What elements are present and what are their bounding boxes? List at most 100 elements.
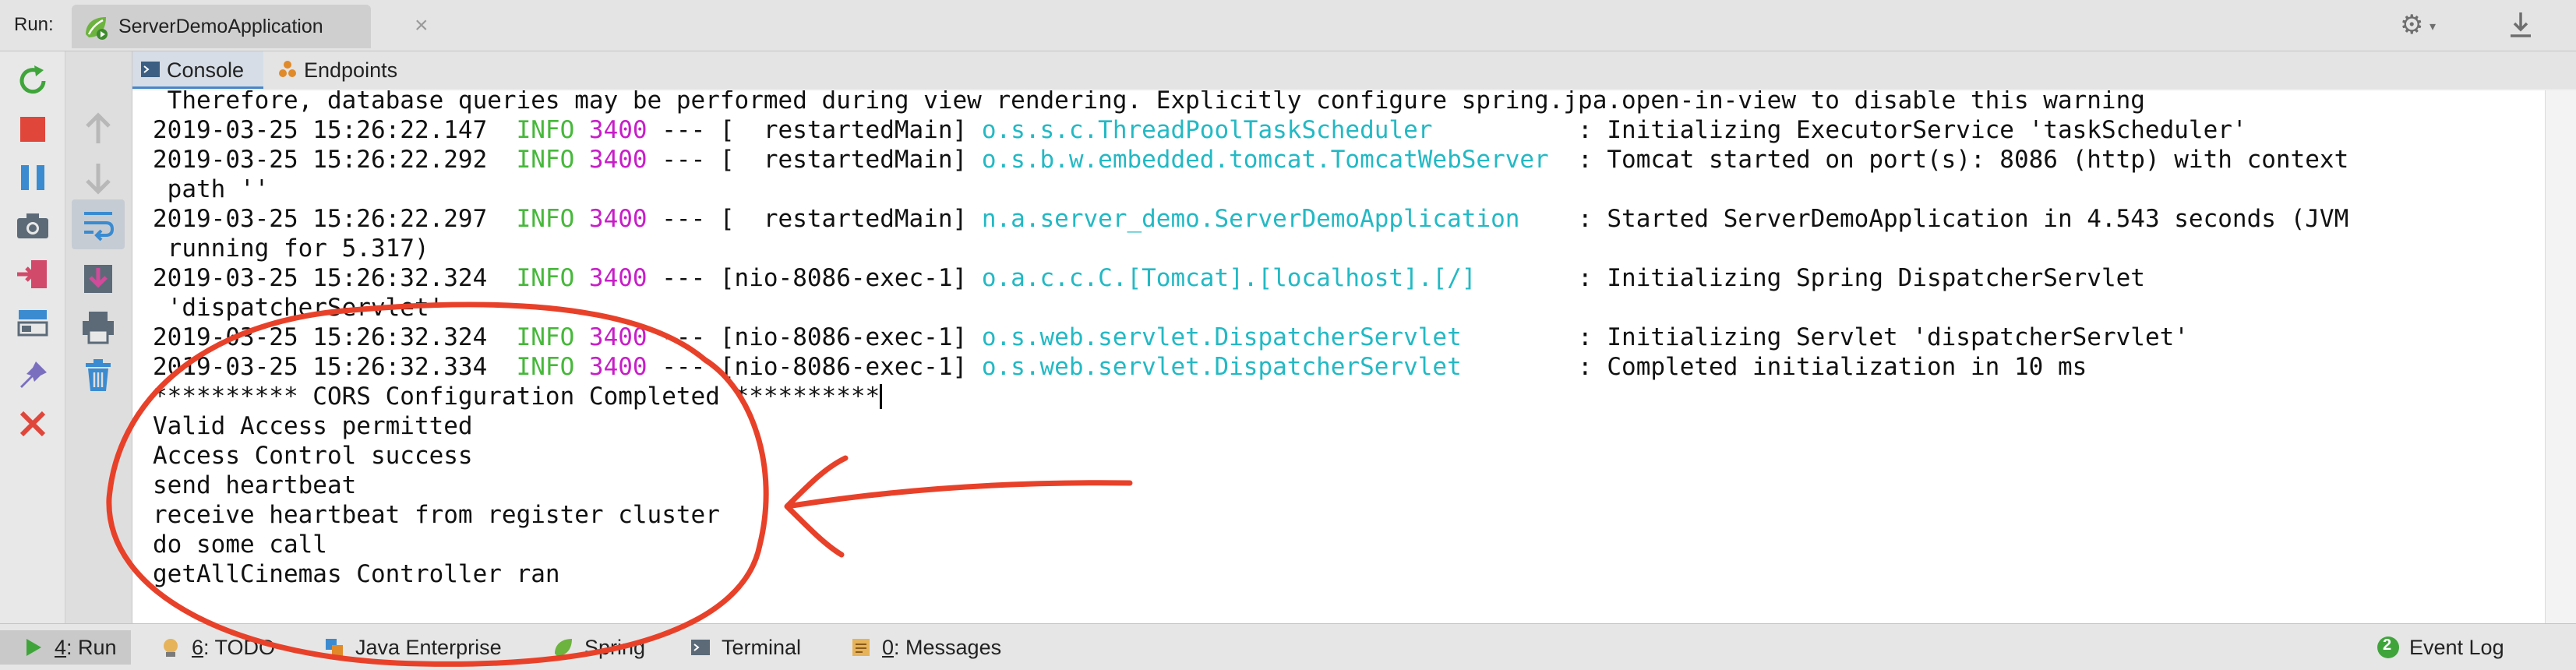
console-scrollbar[interactable]: [2545, 90, 2576, 623]
console-tab-strip: Console Endpoints: [132, 51, 2576, 89]
log-pid: 3400: [588, 205, 648, 233]
pin-icon[interactable]: [14, 357, 51, 394]
scroll-to-end-icon[interactable]: [79, 260, 117, 298]
run-tab-label: ServerDemoApplication: [118, 16, 323, 37]
log-space: [574, 353, 589, 381]
log-level: INFO: [516, 323, 575, 351]
messages-icon: [849, 636, 873, 659]
log-thread: --- [ restartedMain]: [647, 205, 982, 233]
toolwindow-terminal[interactable]: Terminal: [689, 630, 801, 665]
terminal-icon: [689, 636, 712, 659]
log-logger: o.a.c.c.C.[Tomcat].[localhost].[/]: [981, 264, 1477, 292]
log-timestamp: 2019-03-25 15:26:22.292: [153, 146, 517, 174]
rerun-icon[interactable]: [14, 62, 51, 100]
log-text: running for 5.317): [153, 235, 429, 263]
log-text: receive heartbeat from register cluster: [153, 501, 720, 529]
console-line: 'dispatcherServlet': [153, 293, 444, 323]
log-space: [574, 116, 589, 144]
toolwindow-terminal-label: Terminal: [722, 635, 802, 659]
log-text: ********** CORS Configuration Completed …: [153, 383, 880, 411]
console-line: 2019-03-25 15:26:22.292 INFO 3400 --- [ …: [153, 145, 2348, 175]
toolwindow-todo-label: 6: TODO: [192, 635, 276, 659]
tab-endpoints[interactable]: Endpoints: [265, 51, 421, 89]
soft-wrap-toggle[interactable]: [72, 199, 125, 249]
tab-console-label: Console: [167, 58, 245, 82]
run-configuration-tab[interactable]: ServerDemoApplication ×: [72, 5, 429, 48]
log-text: do some call: [153, 531, 327, 559]
log-thread: --- [nio-8086-exec-1]: [647, 323, 982, 351]
log-text: send heartbeat: [153, 471, 357, 499]
console-line: 2019-03-25 15:26:32.324 INFO 3400 --- [n…: [153, 263, 2145, 293]
toolwindow-run-label: 4: Run: [55, 635, 117, 659]
toolwindow-java-enterprise-label: Java Enterprise: [355, 635, 502, 659]
log-level: INFO: [516, 116, 575, 144]
log-text: 'dispatcherServlet': [153, 294, 444, 322]
console-line: Access Control success: [153, 441, 473, 471]
log-text: getAllCinemas Controller ran: [153, 560, 560, 588]
todo-icon: [159, 636, 182, 659]
toolwindow-todo[interactable]: 6: TODO: [159, 630, 275, 665]
log-timestamp: 2019-03-25 15:26:32.334: [153, 353, 517, 381]
console-line: do some call: [153, 530, 327, 559]
chevron-down-icon[interactable]: ▾: [2430, 19, 2436, 34]
run-icon: [22, 636, 45, 659]
camera-icon[interactable]: [14, 207, 51, 245]
console-actions-toolbar: [65, 51, 132, 623]
console-line: ********** CORS Configuration Completed …: [153, 382, 883, 411]
log-logger: n.a.server_demo.ServerDemoApplication: [981, 205, 1520, 233]
log-logger: o.s.web.servlet.DispatcherServlet: [981, 353, 1462, 381]
log-text: path '': [153, 175, 270, 203]
log-pid: 3400: [588, 264, 648, 292]
log-message: : Initializing ExecutorService 'taskSche…: [1432, 116, 2247, 144]
log-logger: o.s.s.c.ThreadPoolTaskScheduler: [981, 116, 1433, 144]
log-message: : Tomcat started on port(s): 8086 (http)…: [1548, 146, 2349, 174]
close-icon[interactable]: ×: [415, 12, 429, 39]
toolwindow-java-enterprise[interactable]: Java Enterprise: [323, 630, 502, 665]
log-timestamp: 2019-03-25 15:26:22.297: [153, 205, 517, 233]
log-pid: 3400: [588, 353, 648, 381]
console-line: send heartbeat: [153, 471, 356, 500]
console-line: 2019-03-25 15:26:32.334 INFO 3400 --- [n…: [153, 352, 2087, 382]
layout-icon[interactable]: [14, 304, 51, 341]
toolwindow-spring[interactable]: Spring: [552, 630, 645, 665]
log-timestamp: 2019-03-25 15:26:22.147: [153, 116, 517, 144]
text-caret: [880, 384, 883, 409]
log-space: [574, 146, 589, 174]
toolwindow-event-log[interactable]: 2 Event Log: [2377, 630, 2504, 665]
log-pid: 3400: [588, 116, 648, 144]
gear-icon[interactable]: ⚙: [2400, 9, 2423, 41]
log-space: [574, 323, 589, 351]
tab-console[interactable]: Console: [132, 51, 263, 89]
pause-icon[interactable]: [14, 159, 51, 196]
log-timestamp: 2019-03-25 15:26:32.324: [153, 323, 517, 351]
toolwindow-run[interactable]: 4: Run: [0, 630, 131, 665]
run-toolwindow-header: Run: ServerDemoApplication × ⚙ ▾: [0, 0, 2576, 51]
log-level: INFO: [516, 146, 575, 174]
log-message: : Started ServerDemoApplication in 4.543…: [1519, 205, 2349, 233]
exit-icon[interactable]: [14, 256, 51, 293]
log-space: [574, 264, 589, 292]
log-level: INFO: [516, 264, 575, 292]
log-logger: o.s.web.servlet.DispatcherServlet: [981, 323, 1462, 351]
log-thread: --- [ restartedMain]: [647, 146, 982, 174]
log-thread: --- [nio-8086-exec-1]: [647, 264, 982, 292]
print-icon[interactable]: [79, 309, 117, 346]
console-line: Valid Access permitted: [153, 411, 473, 441]
tool-window-bar: 4: Run 6: TODO Java Enterprise Spring Te…: [0, 623, 2576, 670]
toolwindow-messages[interactable]: 0: Messages: [849, 630, 1001, 665]
log-pid: 3400: [588, 146, 648, 174]
log-thread: --- [nio-8086-exec-1]: [647, 353, 982, 381]
log-text: Valid Access permitted: [153, 412, 473, 440]
log-timestamp: 2019-03-25 15:26:32.324: [153, 264, 517, 292]
log-level: INFO: [516, 353, 575, 381]
close-icon[interactable]: [14, 405, 51, 443]
console-output[interactable]: Therefore, database queries may be perfo…: [132, 90, 2545, 623]
soft-wrap-icon: [84, 212, 115, 242]
down-arrow-icon[interactable]: [79, 159, 117, 196]
log-text: Access Control success: [153, 442, 473, 470]
download-icon[interactable]: [2507, 9, 2534, 41]
console-line: path '': [153, 175, 270, 204]
trash-icon[interactable]: [79, 357, 117, 394]
stop-icon[interactable]: [14, 111, 51, 148]
up-arrow-icon[interactable]: [79, 111, 117, 148]
